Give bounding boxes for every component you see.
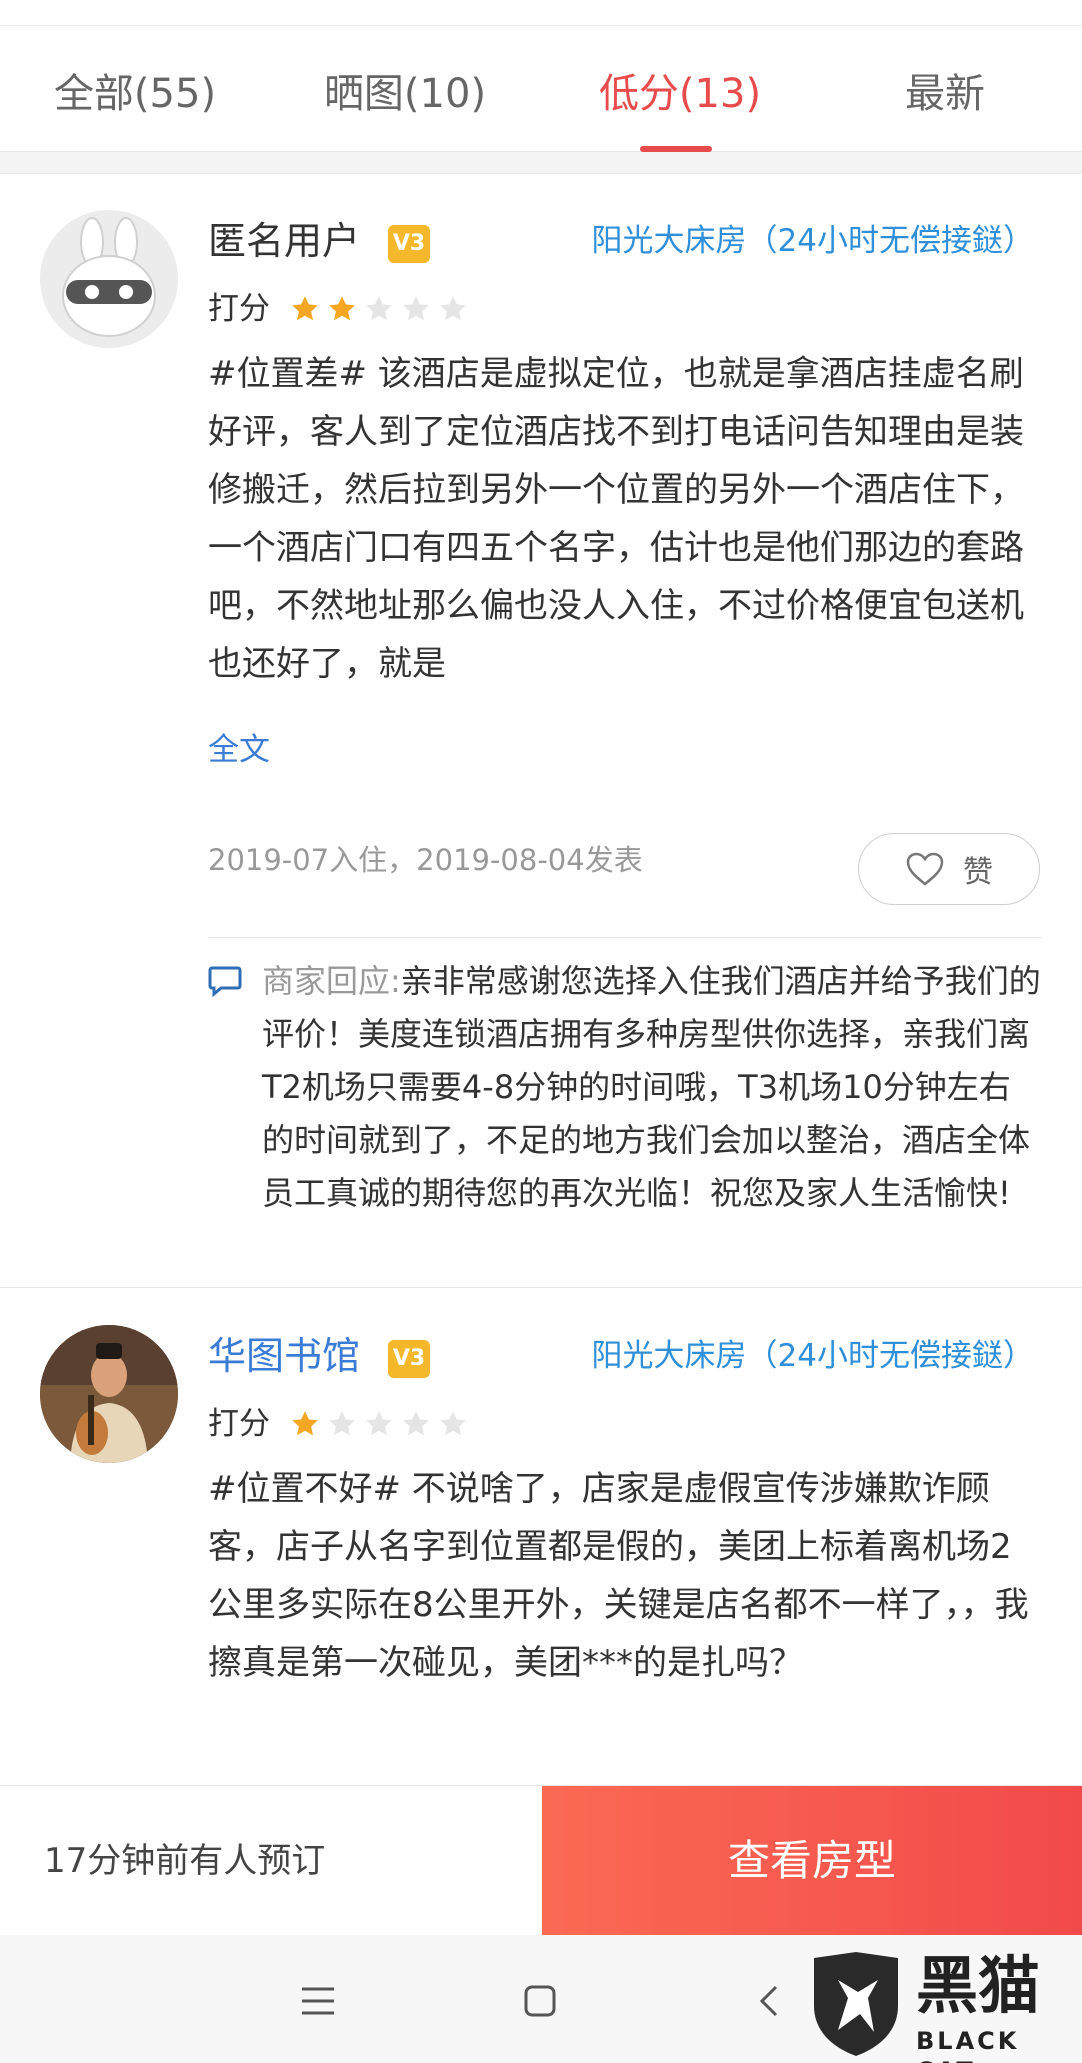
heart-icon: [906, 852, 944, 886]
star-filled-icon: [329, 296, 355, 321]
tab-latest[interactable]: 最新: [855, 64, 1035, 124]
username[interactable]: 匿名用户: [208, 215, 360, 267]
review-text: #位置差# 该酒店是虚拟定位，也就是拿酒店挂虚名刷好评，客人到了定位酒店找不到打…: [208, 354, 1024, 684]
review-filter-tabs: 全部(55) 晒图(10) 低分(13) 最新: [0, 26, 1082, 152]
avatar[interactable]: [40, 210, 178, 348]
tab-photos[interactable]: 晒图(10): [305, 64, 505, 124]
star-empty-icon: [366, 1411, 392, 1436]
menu-icon[interactable]: [288, 1973, 348, 2029]
divider: [208, 937, 1042, 938]
review-text: #位置不好# 不说啥了，店家是虚假宣传涉嫌欺诈顾客，店子从名字到位置都是假的，美…: [208, 1469, 1029, 1683]
anonymous-avatar-icon: [40, 210, 178, 348]
full-text-link[interactable]: 全文: [208, 725, 270, 775]
avatar[interactable]: [40, 1325, 178, 1463]
star-empty-icon: [440, 296, 466, 321]
vip-badge: V3: [388, 225, 430, 263]
star-filled-icon: [292, 1411, 318, 1436]
review-card: 匿名用户 V3 阳光大床房（24小时无偿接鎹） 打分 #位置差# 该酒店是虚拟定…: [0, 175, 1082, 1288]
user-photo-icon: [40, 1325, 178, 1463]
back-icon[interactable]: [740, 1973, 800, 2029]
star-empty-icon: [440, 1411, 466, 1436]
review-date: 2019-07入住，2019-08-04发表: [208, 843, 643, 877]
view-rooms-button[interactable]: 查看房型: [542, 1786, 1082, 1936]
section-gap: [0, 152, 1082, 174]
watermark-en: BLACK CAT: [916, 2027, 1020, 2063]
black-cat-watermark: 黑猫 BLACK CAT: [808, 1949, 1078, 2063]
cat-shield-logo-icon: [814, 1952, 898, 2056]
star-filled-icon: [292, 296, 318, 321]
home-icon[interactable]: [510, 1973, 570, 2029]
score-label: 打分: [208, 1406, 270, 1442]
review-card: 华图书馆 V3 阳光大床房（24小时无偿接鎹） 打分 #位置不好# 不说啥了，店…: [0, 1290, 1082, 1785]
comment-icon: [208, 966, 242, 997]
room-type: 阳光大床房（24小时无偿接鎹）: [591, 223, 1034, 259]
star-rating: [290, 287, 475, 331]
room-type: 阳光大床房（24小时无偿接鎹）: [591, 1338, 1034, 1374]
star-empty-icon: [366, 296, 392, 321]
recent-booking-hint: 17分钟前有人预订: [44, 1841, 326, 1881]
tab-all[interactable]: 全部(55): [30, 64, 240, 124]
watermark-cn: 黑猫: [916, 1949, 1041, 2022]
like-button[interactable]: 赞: [858, 833, 1040, 905]
username[interactable]: 华图书馆: [208, 1330, 360, 1382]
tab-low-score[interactable]: 低分(13): [580, 64, 780, 124]
star-empty-icon: [329, 1411, 355, 1436]
bottom-action-bar: 17分钟前有人预订 查看房型: [0, 1785, 1082, 1936]
merchant-reply-label: 商家回应:: [262, 962, 401, 1000]
vip-badge: V3: [388, 1340, 430, 1378]
star-empty-icon: [403, 1411, 429, 1436]
star-empty-icon: [403, 296, 429, 321]
like-label: 赞: [963, 855, 993, 890]
star-rating: [290, 1402, 475, 1446]
score-label: 打分: [208, 291, 270, 327]
merchant-reply: 商家回应:亲非常感谢您选择入住我们酒店并给予我们的评价！美度连锁酒店拥有多种房型…: [262, 955, 1042, 1220]
status-strip: [0, 0, 1082, 26]
